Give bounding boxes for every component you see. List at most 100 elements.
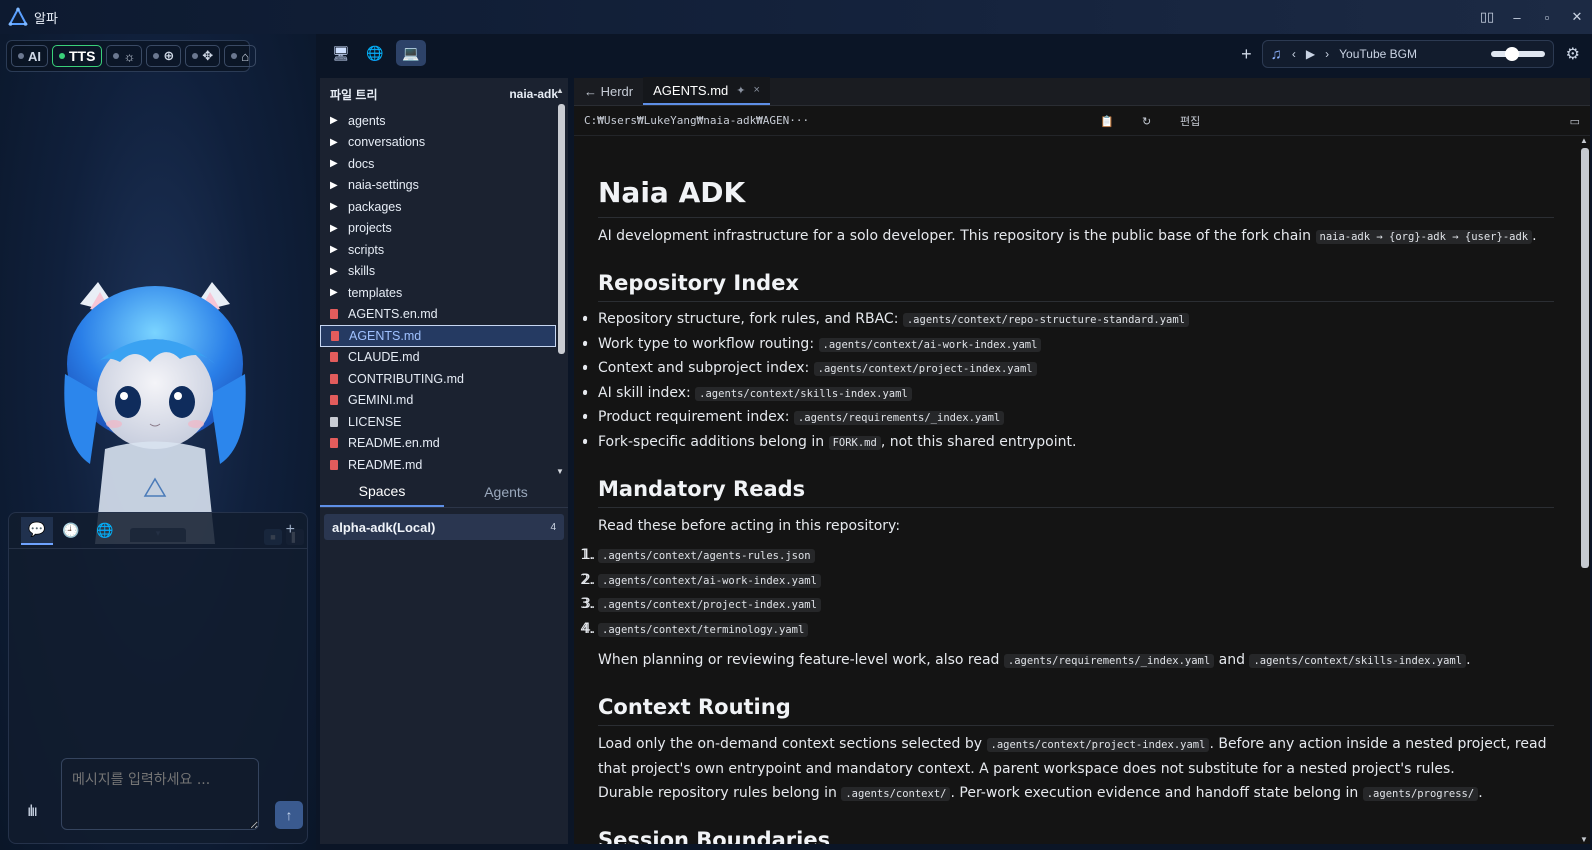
- globe-icon[interactable]: 🌐: [89, 517, 121, 545]
- copy-path-icon[interactable]: 📋: [1100, 112, 1114, 130]
- context-routing-p2: Durable repository rules belong in .agen…: [598, 785, 1483, 801]
- minimize-button[interactable]: –: [1502, 0, 1532, 34]
- folder-expand-icon: ▶: [330, 201, 338, 213]
- repository-index-list: Repository structure, fork rules, and RB…: [581, 308, 1554, 456]
- mode-light-toggle[interactable]: ☼: [106, 45, 143, 67]
- folder-item[interactable]: ▶ templates: [320, 282, 556, 304]
- file-item[interactable]: CLAUDE.md: [320, 347, 556, 369]
- tab-agents[interactable]: Agents: [444, 476, 568, 507]
- file-item[interactable]: LICENSE: [320, 411, 556, 433]
- folder-item[interactable]: ▶ packages: [320, 196, 556, 218]
- intro-paragraph: AI development infrastructure for a solo…: [598, 228, 1537, 244]
- doc-title: Naia ADK: [598, 176, 1554, 218]
- file-item[interactable]: AGENTS.en.md: [320, 304, 556, 326]
- folder-item[interactable]: ▶ docs: [320, 153, 556, 175]
- mode-ai-toggle[interactable]: AI: [11, 45, 48, 67]
- file-tree-label: projects: [348, 221, 392, 236]
- monitor-icon[interactable]: 🖥: [326, 40, 356, 66]
- tab-label: AGENTS.md: [653, 82, 729, 98]
- close-button[interactable]: ✕: [1562, 0, 1592, 34]
- list-item: Context and subproject index: .agents/co…: [581, 357, 1554, 382]
- pin-icon[interactable]: ✦: [736, 84, 745, 97]
- list-item: Fork-specific additions belong in FORK.m…: [581, 431, 1554, 456]
- file-tree-list: ▶ agents ▶ conversations ▶ docs ▶ naia-settings…: [320, 110, 556, 472]
- file-tree-root: naia-adk: [509, 87, 558, 101]
- music-note-icon[interactable]: ♫: [1271, 46, 1282, 63]
- list-item: Repository structure, fork rules, and RB…: [581, 308, 1554, 333]
- folder-item[interactable]: ▶ naia-settings: [320, 175, 556, 197]
- mode-tts-toggle[interactable]: TTS: [52, 45, 103, 67]
- new-chat-button[interactable]: +: [286, 521, 295, 539]
- bgm-play-button[interactable]: ▶: [1306, 47, 1315, 61]
- globe-icon[interactable]: 🌐: [360, 40, 390, 66]
- maximize-button[interactable]: ▫: [1532, 0, 1562, 34]
- send-button[interactable]: ↑: [275, 801, 303, 829]
- heading-session-boundaries: Session Boundaries: [598, 828, 1554, 844]
- list-item: .agents/context/terminology.yaml: [582, 618, 1554, 643]
- mode-gamepad-toggle[interactable]: ✥: [185, 45, 221, 67]
- avatar-panel: AI TTS ☼ ⊕ ✥ ⌂ ▾ ■ ▌ 💬 🕘: [0, 34, 316, 850]
- file-item[interactable]: GEMINI.md: [320, 390, 556, 412]
- editor-panel: ← Herdr AGENTS.md ✦ × C:₩Users₩LukeYang₩…: [574, 77, 1590, 844]
- bgm-next-button[interactable]: ›: [1325, 47, 1329, 61]
- mode-home-toggle[interactable]: ⌂: [224, 45, 257, 67]
- gear-icon[interactable]: ⚙: [1566, 44, 1580, 64]
- refresh-icon[interactable]: ↻: [1142, 112, 1151, 130]
- laptop-icon[interactable]: 💻: [396, 40, 426, 66]
- folder-item[interactable]: ▶ conversations: [320, 132, 556, 154]
- context-routing-p1: Load only the on-demand context sections…: [598, 736, 1547, 777]
- avatar-character[interactable]: [50, 274, 260, 544]
- folder-item[interactable]: ▶ agents: [320, 110, 556, 132]
- edit-button[interactable]: 편집: [1180, 112, 1200, 130]
- file-tree-label: AGENTS.en.md: [348, 307, 438, 322]
- editor-scrollbar[interactable]: ▲ ▼: [1578, 136, 1590, 844]
- heading-repository-index: Repository Index: [598, 271, 1554, 302]
- folder-expand-icon: ▶: [330, 179, 338, 191]
- tab-agents-md[interactable]: AGENTS.md ✦ ×: [643, 77, 770, 105]
- mandatory-reads-list: .agents/context/agents-rules.json.agents…: [582, 544, 1554, 643]
- close-tab-icon[interactable]: ×: [753, 84, 759, 96]
- file-icon: [331, 330, 339, 341]
- voice-wave-icon[interactable]: ılıı: [27, 803, 38, 821]
- file-tree-label: CLAUDE.md: [348, 350, 420, 365]
- file-path: C:₩Users₩LukeYang₩naia-adk₩AGEN···: [584, 114, 810, 127]
- list-item: .agents/context/ai-work-index.yaml: [582, 569, 1554, 594]
- panel-options-icon[interactable]: ▭: [1570, 112, 1580, 130]
- folder-expand-icon: ▶: [330, 287, 338, 299]
- folder-item[interactable]: ▶ projects: [320, 218, 556, 240]
- bgm-title: YouTube BGM: [1339, 47, 1417, 61]
- sidebar-toggle-icon[interactable]: ▯▯: [1472, 0, 1502, 34]
- file-tree-label: README.en.md: [348, 436, 440, 451]
- folder-item[interactable]: ▶ skills: [320, 261, 556, 283]
- tab-spaces[interactable]: Spaces: [320, 476, 444, 507]
- file-item[interactable]: AGENTS.md: [320, 325, 556, 347]
- app-title: 알파: [34, 10, 58, 26]
- history-icon[interactable]: 🕘: [55, 517, 87, 545]
- volume-slider-thumb[interactable]: [1504, 47, 1519, 61]
- mode-target-toggle[interactable]: ⊕: [146, 45, 182, 67]
- chat-panel: 💬 🕘 🌐 + ılıı ↑: [8, 512, 308, 844]
- file-tree-label: naia-settings: [348, 178, 419, 193]
- list-item: Work type to workflow routing: .agents/c…: [581, 333, 1554, 358]
- file-tree-label: README.md: [348, 457, 423, 472]
- tab-back-herdr[interactable]: ← Herdr: [574, 77, 643, 105]
- list-item: .agents/context/project-index.yaml: [582, 593, 1554, 618]
- heading-context-routing: Context Routing: [598, 695, 1554, 726]
- file-icon: [330, 352, 338, 363]
- file-icon: [330, 373, 338, 384]
- add-panel-button[interactable]: +: [1241, 44, 1252, 65]
- mode-bar: AI TTS ☼ ⊕ ✥ ⌂: [6, 40, 257, 72]
- chat-icon[interactable]: 💬: [21, 516, 53, 545]
- folder-item[interactable]: ▶ scripts: [320, 239, 556, 261]
- heading-mandatory-reads: Mandatory Reads: [598, 477, 1554, 508]
- message-input[interactable]: [61, 758, 259, 830]
- file-tree-scrollbar[interactable]: ▲ ▼: [556, 86, 566, 476]
- file-item[interactable]: CONTRIBUTING.md: [320, 368, 556, 390]
- file-item[interactable]: README.en.md: [320, 433, 556, 455]
- space-item[interactable]: alpha-adk(Local) 4: [324, 514, 564, 540]
- file-item[interactable]: README.md: [320, 454, 556, 472]
- file-icon: [330, 309, 338, 320]
- bgm-prev-button[interactable]: ‹: [1292, 47, 1296, 61]
- folder-expand-icon: ▶: [330, 265, 338, 277]
- volume-slider[interactable]: [1490, 47, 1545, 61]
